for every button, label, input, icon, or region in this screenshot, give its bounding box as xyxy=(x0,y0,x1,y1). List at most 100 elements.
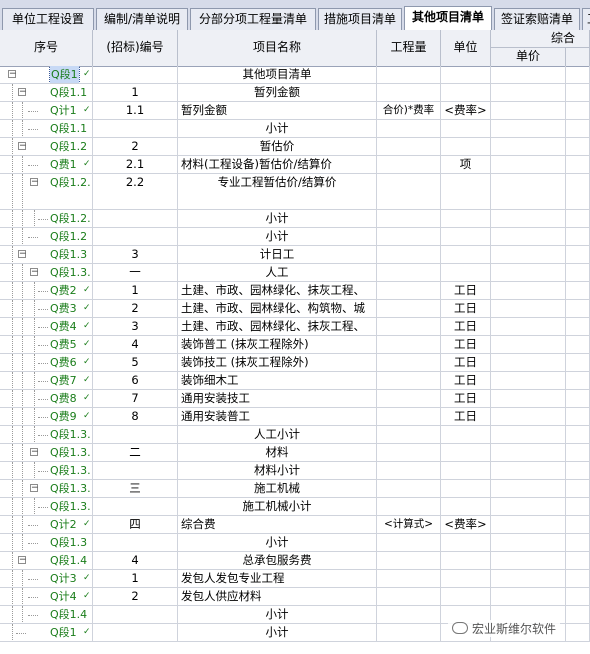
cell-unit[interactable] xyxy=(441,84,491,102)
cell-code[interactable]: 1.1 xyxy=(93,102,178,120)
cell-extra[interactable] xyxy=(566,66,590,84)
cell-name[interactable]: 暂估价 xyxy=(178,138,377,156)
cell-seq[interactable]: − Q段1.1 xyxy=(0,84,93,102)
cell-code[interactable]: 2 xyxy=(93,138,178,156)
cell-qty[interactable] xyxy=(377,336,441,354)
cell-code[interactable] xyxy=(93,210,178,228)
cell-price[interactable] xyxy=(491,534,566,552)
cell-qty[interactable] xyxy=(377,588,441,606)
cell-qty[interactable] xyxy=(377,426,441,444)
cell-extra[interactable] xyxy=(566,516,590,534)
cell-qty[interactable] xyxy=(377,246,441,264)
cell-qty[interactable] xyxy=(377,390,441,408)
cell-unit[interactable] xyxy=(441,480,491,498)
cell-price[interactable] xyxy=(491,480,566,498)
cell-qty[interactable] xyxy=(377,120,441,138)
cell-seq[interactable]: Q费1 ✓ xyxy=(0,156,93,174)
cell-seq[interactable]: Q费7 ✓ xyxy=(0,372,93,390)
cell-extra[interactable] xyxy=(566,408,590,426)
cell-price[interactable] xyxy=(491,174,566,210)
cell-seq[interactable]: − Q段1.3. xyxy=(0,480,93,498)
cell-unit[interactable]: 项 xyxy=(441,156,491,174)
cell-code[interactable] xyxy=(93,66,178,84)
table-row[interactable]: Q段1.3. 材料小计 xyxy=(0,462,590,480)
cell-qty[interactable]: <计算式> xyxy=(377,516,441,534)
cell-qty[interactable] xyxy=(377,444,441,462)
cell-price[interactable] xyxy=(491,462,566,480)
cell-extra[interactable] xyxy=(566,336,590,354)
cell-unit[interactable]: 工日 xyxy=(441,282,491,300)
header-seq[interactable]: 序号 xyxy=(0,30,93,66)
cell-seq[interactable]: Q段1.2. xyxy=(0,210,93,228)
cell-seq[interactable]: − Q段1.3. xyxy=(0,264,93,282)
cell-unit[interactable] xyxy=(441,66,491,84)
cell-price[interactable] xyxy=(491,372,566,390)
cell-extra[interactable] xyxy=(566,210,590,228)
cell-seq[interactable]: − Q段1.3. xyxy=(0,444,93,462)
cell-seq[interactable]: − Q段1.3 xyxy=(0,246,93,264)
cell-seq[interactable]: Q费9 ✓ xyxy=(0,408,93,426)
cell-code[interactable] xyxy=(93,498,178,516)
table-row[interactable]: − Q段1.1 1 暂列金额 xyxy=(0,84,590,102)
cell-qty[interactable] xyxy=(377,318,441,336)
cell-seq[interactable]: − Q段1.2 xyxy=(0,138,93,156)
cell-code[interactable]: 4 xyxy=(93,552,178,570)
cell-qty[interactable] xyxy=(377,408,441,426)
cell-extra[interactable] xyxy=(566,300,590,318)
cell-price[interactable] xyxy=(491,552,566,570)
cell-name[interactable]: 发包人供应材料 xyxy=(178,588,377,606)
cell-seq[interactable]: Q段1.4 xyxy=(0,606,93,624)
table-row[interactable]: Q费9 ✓ 8 通用安装普工 工日 xyxy=(0,408,590,426)
cell-name[interactable]: 小计 xyxy=(178,606,377,624)
cell-extra[interactable] xyxy=(566,624,590,642)
cell-name[interactable]: 通用安装普工 xyxy=(178,408,377,426)
cell-name[interactable]: 装饰细木工 xyxy=(178,372,377,390)
cell-price[interactable] xyxy=(491,498,566,516)
cell-price[interactable] xyxy=(491,282,566,300)
cell-seq[interactable]: Q段1 ✓ xyxy=(0,624,93,642)
cell-seq[interactable]: − Q段1.2. xyxy=(0,174,93,210)
cell-code[interactable] xyxy=(93,606,178,624)
cell-unit[interactable] xyxy=(441,462,491,480)
cell-name[interactable]: 计日工 xyxy=(178,246,377,264)
table-row[interactable]: Q段1.1 小计 xyxy=(0,120,590,138)
cell-name[interactable]: 综合费 xyxy=(178,516,377,534)
table-row[interactable]: Q费4 ✓ 3 土建、市政、园林绿化、抹灰工程、 工日 xyxy=(0,318,590,336)
table-row[interactable]: Q计3 ✓ 1 发包人发包专业工程 xyxy=(0,570,590,588)
cell-qty[interactable] xyxy=(377,84,441,102)
table-row[interactable]: Q计4 ✓ 2 发包人供应材料 xyxy=(0,588,590,606)
cell-unit[interactable] xyxy=(441,444,491,462)
table-row[interactable]: − Q段1.4 4 总承包服务费 xyxy=(0,552,590,570)
cell-name[interactable]: 材料小计 xyxy=(178,462,377,480)
table-row[interactable]: − Q段1.3 3 计日工 xyxy=(0,246,590,264)
table-row[interactable]: Q计1 ✓ 1.1 暂列金额 合价)*费率 <费率> xyxy=(0,102,590,120)
cell-extra[interactable] xyxy=(566,498,590,516)
cell-unit[interactable] xyxy=(441,120,491,138)
table-row[interactable]: Q段1.2. 小计 xyxy=(0,210,590,228)
cell-extra[interactable] xyxy=(566,444,590,462)
cell-price[interactable] xyxy=(491,156,566,174)
cell-qty[interactable] xyxy=(377,372,441,390)
cell-name[interactable]: 材料 xyxy=(178,444,377,462)
table-row[interactable]: Q费6 ✓ 5 装饰技工 (抹灰工程除外) 工日 xyxy=(0,354,590,372)
table-row[interactable]: Q费8 ✓ 7 通用安装技工 工日 xyxy=(0,390,590,408)
cell-name[interactable]: 小计 xyxy=(178,210,377,228)
cell-seq[interactable]: Q计4 ✓ xyxy=(0,588,93,606)
header-code[interactable]: (招标)编号 xyxy=(93,30,178,66)
cell-name[interactable]: 人工小计 xyxy=(178,426,377,444)
table-row[interactable]: Q费5 ✓ 4 装饰普工 (抹灰工程除外) 工日 xyxy=(0,336,590,354)
cell-seq[interactable]: Q段1.3. xyxy=(0,498,93,516)
cell-unit[interactable] xyxy=(441,570,491,588)
cell-extra[interactable] xyxy=(566,606,590,624)
cell-extra[interactable] xyxy=(566,372,590,390)
cell-code[interactable]: 1 xyxy=(93,84,178,102)
cell-extra[interactable] xyxy=(566,552,590,570)
table-row[interactable]: Q段1.2 小计 xyxy=(0,228,590,246)
cell-price[interactable] xyxy=(491,408,566,426)
cell-extra[interactable] xyxy=(566,156,590,174)
cell-unit[interactable]: 工日 xyxy=(441,390,491,408)
cell-price[interactable] xyxy=(491,354,566,372)
cell-name[interactable]: 小计 xyxy=(178,534,377,552)
cell-unit[interactable]: 工日 xyxy=(441,372,491,390)
cell-name[interactable]: 材料(工程设备)暂估价/结算价 xyxy=(178,156,377,174)
